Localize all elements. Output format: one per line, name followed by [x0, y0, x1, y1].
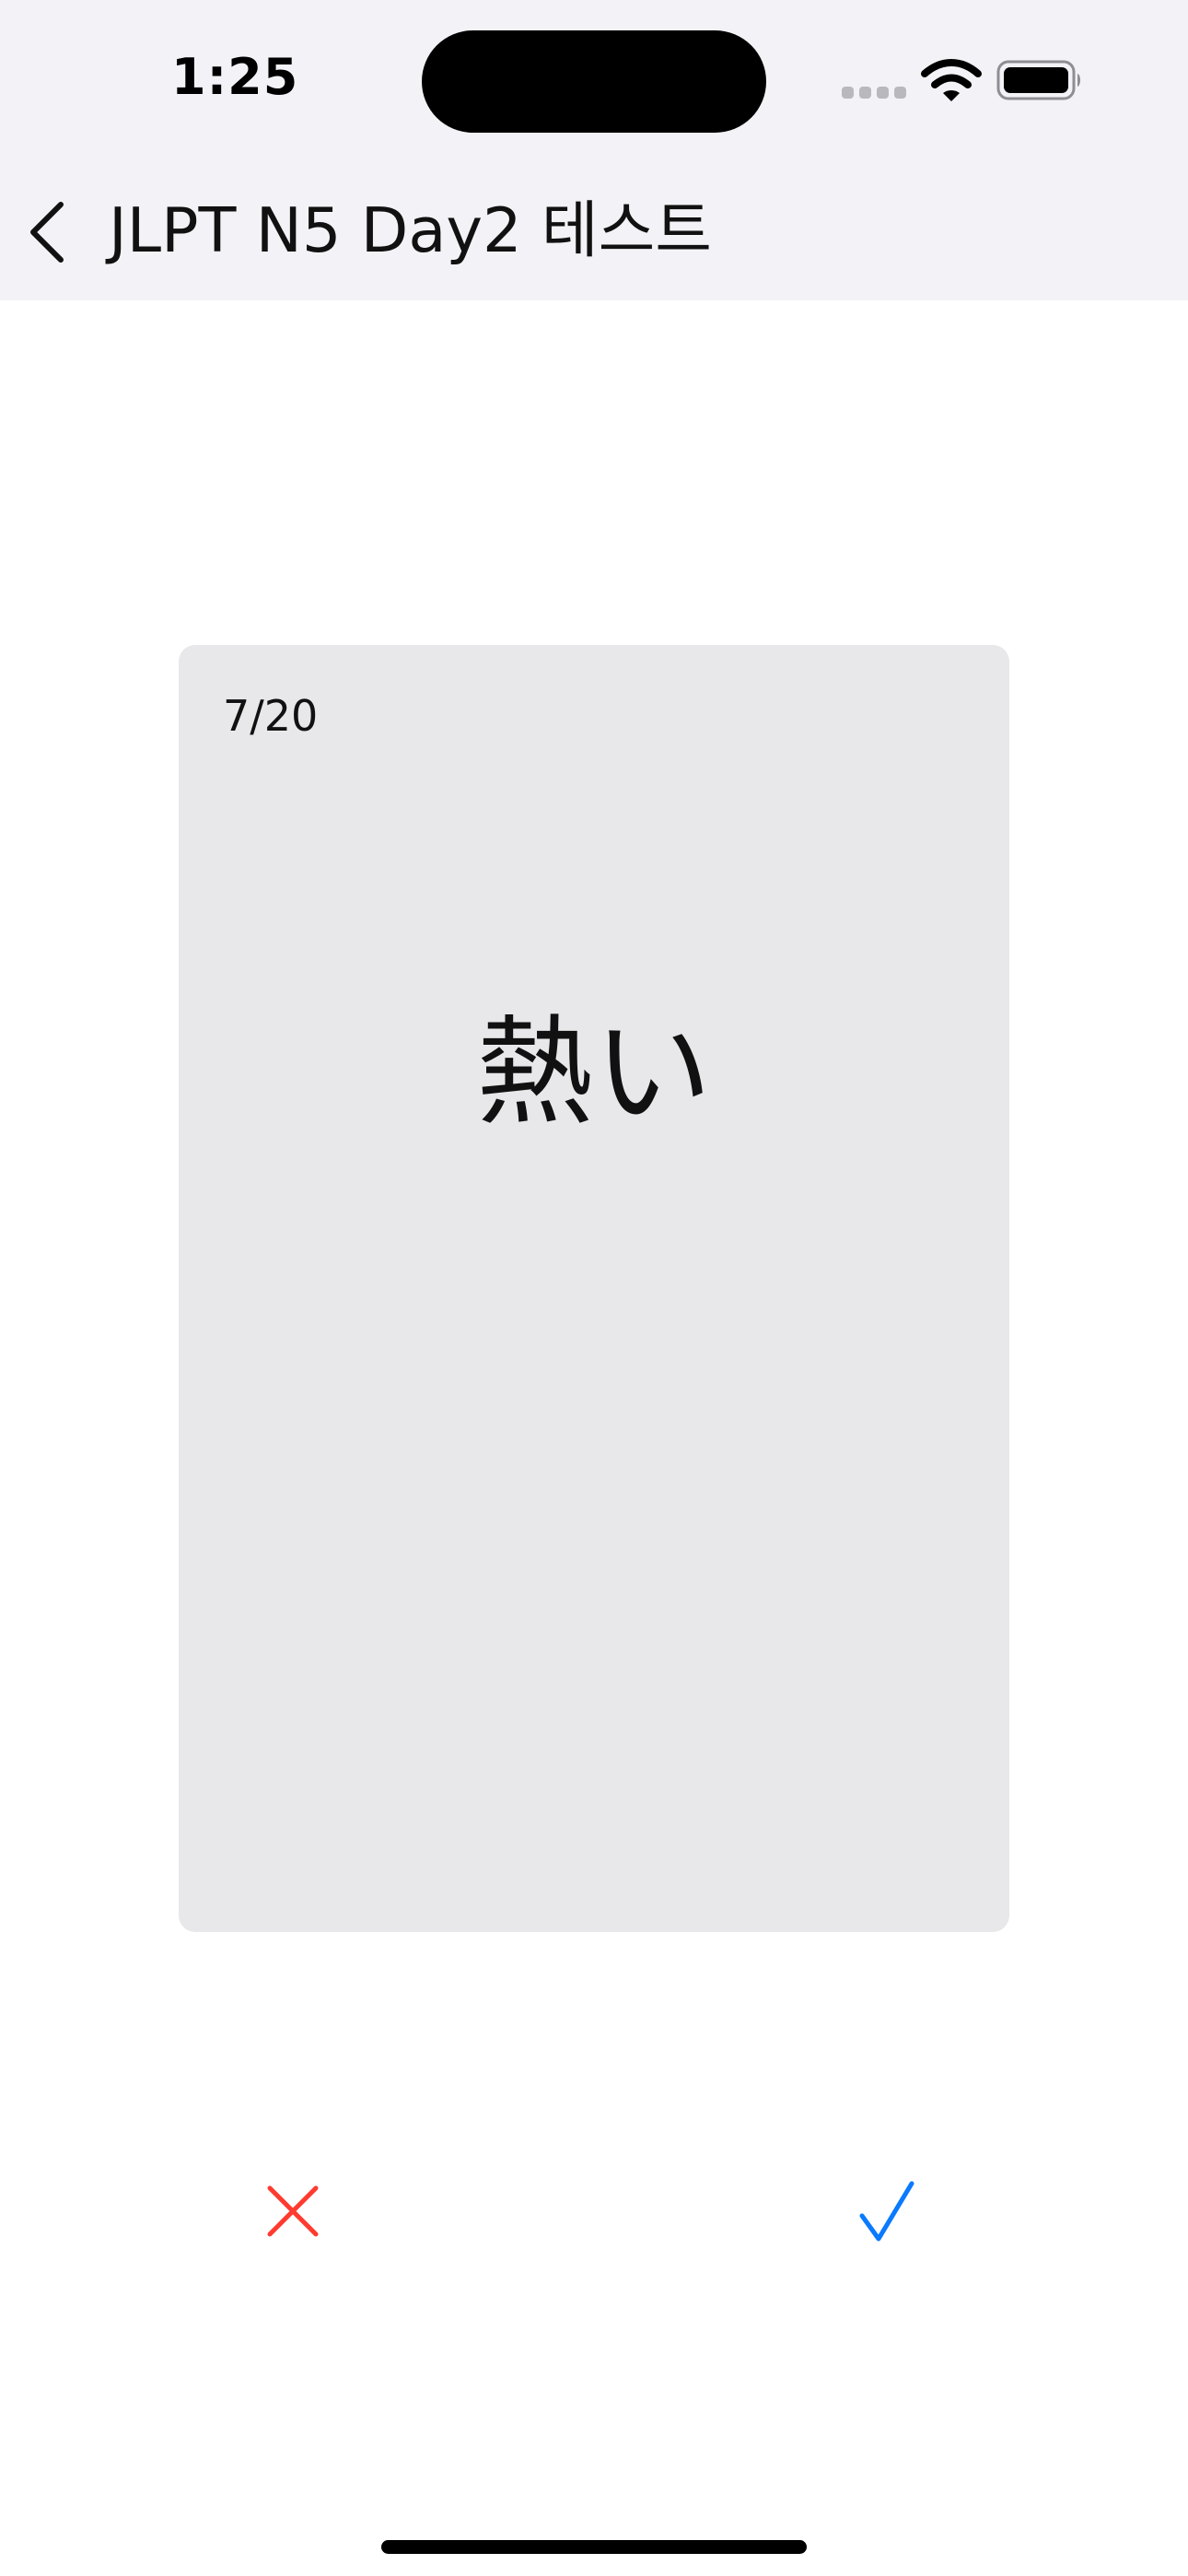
- wifi-icon: [921, 59, 982, 101]
- navigation-header: 1:25 JLPT N5 Day2 테스트: [0, 0, 1188, 300]
- x-mark-icon: [267, 2185, 319, 2237]
- page-title: JLPT N5 Day2 테스트: [109, 194, 712, 266]
- cellular-signal-icon: [842, 87, 906, 100]
- battery-icon: [996, 60, 1080, 100]
- status-time: 1:25: [171, 48, 299, 106]
- card-word: 熱い: [475, 1004, 712, 1142]
- chevron-left-icon: [30, 202, 64, 263]
- home-indicator[interactable]: [381, 2540, 807, 2554]
- card-progress: 7/20: [223, 691, 319, 741]
- back-button[interactable]: [22, 197, 81, 267]
- wrong-button[interactable]: [247, 2165, 339, 2257]
- flashcard[interactable]: 7/20 熱い: [179, 645, 1009, 1932]
- dynamic-island: [422, 30, 766, 133]
- correct-button[interactable]: [840, 2165, 932, 2257]
- checkmark-icon: [859, 2181, 914, 2242]
